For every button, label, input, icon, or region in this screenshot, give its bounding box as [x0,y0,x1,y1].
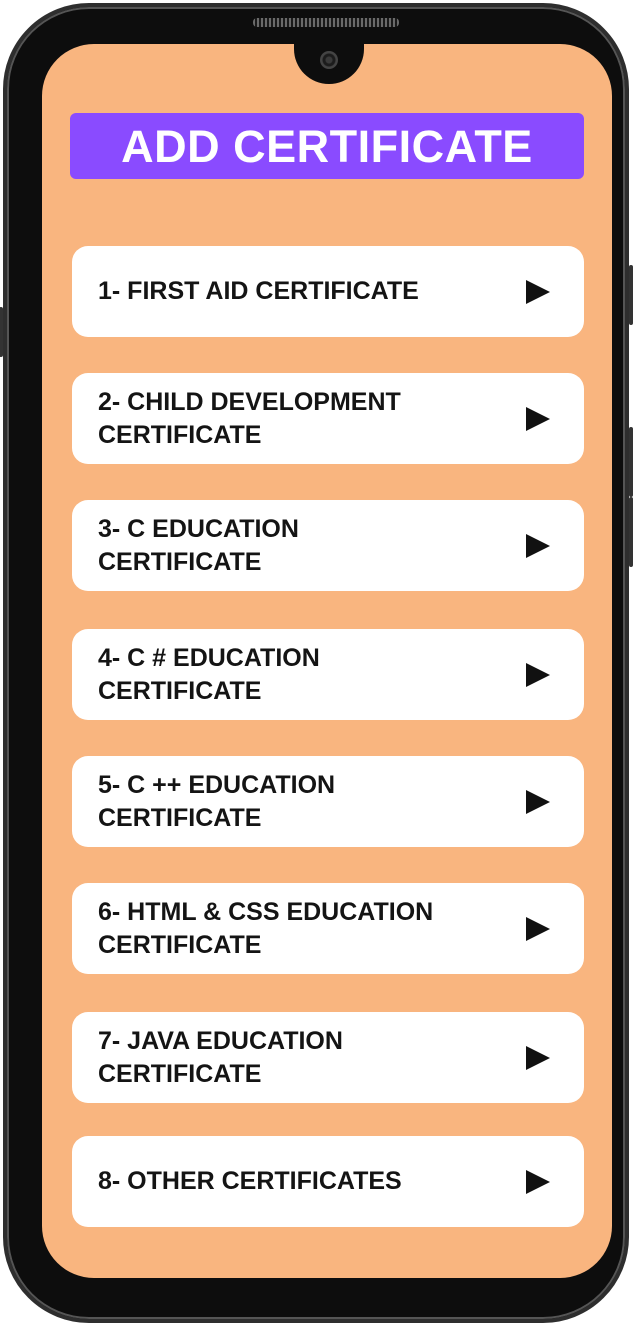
side-button [629,427,633,497]
certificate-item-c-education[interactable]: 3- C EDUCATION CERTIFICATE [72,500,584,591]
certificate-item-first-aid[interactable]: 1- FIRST AID CERTIFICATE [72,246,584,337]
certificate-item-child-development[interactable]: 2- CHILD DEVELOPMENT CERTIFICATE [72,373,584,464]
certificate-item-java-education[interactable]: 7- JAVA EDUCATION CERTIFICATE [72,1012,584,1103]
phone-screen: ADD CERTIFICATE 1- FIRST AID CERTIFICATE… [42,44,612,1278]
play-arrow-icon [526,789,550,814]
side-button [629,265,633,325]
play-arrow-icon [526,406,550,431]
certificate-item-cpp-education[interactable]: 5- C ++ EDUCATION CERTIFICATE [72,756,584,847]
certificate-item-c-sharp-education[interactable]: 4- C # EDUCATION CERTIFICATE [72,629,584,720]
play-arrow-icon [526,916,550,941]
certificate-label: 8- OTHER CERTIFICATES [98,1167,402,1195]
page-header: ADD CERTIFICATE [70,113,584,179]
certificate-label: 7- JAVA EDUCATION CERTIFICATE [98,1026,343,1088]
certificate-label: 6- HTML & CSS EDUCATION CERTIFICATE [98,897,434,959]
play-arrow-icon [526,279,550,304]
certificate-label: 3- C EDUCATION CERTIFICATE [98,514,299,576]
play-arrow-icon [526,533,550,558]
certificate-item-html-css-education[interactable]: 6- HTML & CSS EDUCATION CERTIFICATE [72,883,584,974]
play-arrow-icon [526,1169,550,1194]
certificate-label: 2- CHILD DEVELOPMENT CERTIFICATE [98,387,401,449]
side-button [0,307,3,357]
play-arrow-icon [526,1045,550,1070]
camera-notch [294,44,364,84]
page-title: ADD CERTIFICATE [121,120,533,172]
speaker-grill [253,18,399,27]
certificate-label: 5- C ++ EDUCATION CERTIFICATE [98,770,336,832]
certificate-label: 1- FIRST AID CERTIFICATE [98,277,419,305]
phone-frame: ADD CERTIFICATE 1- FIRST AID CERTIFICATE… [0,3,633,1323]
front-camera-icon [320,51,338,69]
side-button [629,497,633,567]
certificate-label: 4- C # EDUCATION CERTIFICATE [98,643,320,705]
certificate-item-other[interactable]: 8- OTHER CERTIFICATES [72,1136,584,1227]
play-arrow-icon [526,662,550,687]
